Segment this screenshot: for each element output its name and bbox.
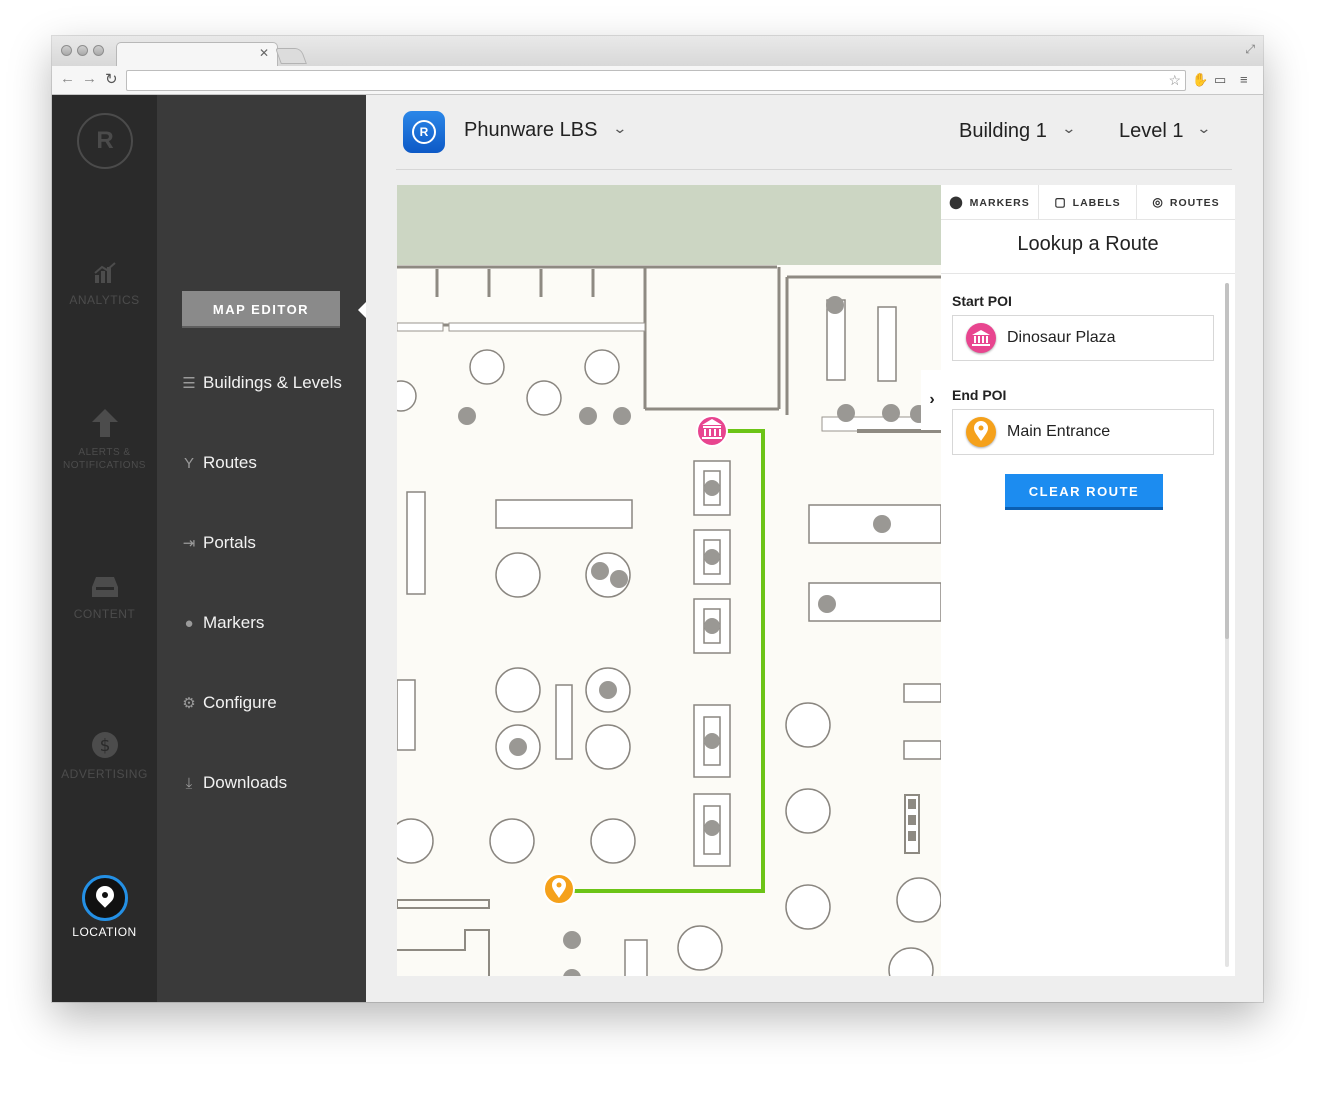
map-editor-button[interactable]: MAP EDITOR (182, 291, 340, 328)
start-poi-value: Dinosaur Plaza (1007, 329, 1116, 346)
floor-map[interactable] (397, 185, 941, 976)
window-zoom-button[interactable] (93, 45, 104, 56)
inbox-icon (52, 575, 157, 605)
end-poi-field[interactable]: Main Entrance (952, 409, 1214, 455)
subnav-label: Configure (203, 693, 277, 712)
routes-panel: ⬤ MARKERS ▢ LABELS ◎ ROUTES Lookup a Route … (941, 185, 1235, 976)
tab-label: MARKERS (969, 197, 1030, 209)
back-icon[interactable]: ← (60, 70, 75, 87)
arrow-up-icon (52, 409, 157, 443)
fullscreen-icon[interactable]: ⤢ (1245, 42, 1255, 57)
nav-item-location[interactable]: LOCATION (52, 875, 157, 939)
app-viewport: R ANALYTICS ALERTS & NOTIFICATIONS CONTE… (52, 95, 1263, 1002)
forward-icon[interactable]: → (82, 70, 97, 87)
window-close-button[interactable] (61, 45, 72, 56)
start-poi-label: Start POI (952, 293, 1012, 309)
chevron-down-icon[interactable]: ⌄ (1196, 120, 1211, 137)
clear-route-button[interactable]: CLEAR ROUTE (1005, 474, 1163, 510)
building-selector[interactable]: Building 1 (959, 120, 1047, 143)
nav-item-analytics[interactable]: ANALYTICS (52, 261, 157, 307)
subnav-item-buildings-levels[interactable]: ☰ Buildings & Levels (175, 371, 342, 395)
nav-label: ALERTS & NOTIFICATIONS (63, 447, 146, 471)
new-tab-button[interactable] (275, 48, 307, 64)
svg-text:$: $ (99, 736, 110, 756)
chevron-down-icon[interactable]: ⌄ (612, 120, 627, 137)
end-marker-icon (543, 873, 575, 905)
tab-close-icon[interactable]: ✕ (259, 46, 269, 60)
app-header: R Phunware LBS ⌄ Building 1 ⌄ Level 1 ⌄ (396, 95, 1232, 170)
chevron-down-icon[interactable]: ⌄ (1061, 120, 1076, 137)
subnav-label: Portals (203, 533, 256, 552)
subnav-item-configure[interactable]: ⚙ Configure (175, 691, 277, 715)
portal-icon: ⇥ (182, 535, 196, 552)
address-bar[interactable]: ☆ (126, 70, 1186, 91)
nav-label: ANALYTICS (69, 293, 140, 307)
browser-window: ✕ ⤢ ← → ↻ ☆ ✋ ▭ ≡ R ANALYTICS ALERTS & N… (52, 36, 1263, 1002)
speech-bubble-icon: ▢ (1054, 195, 1067, 209)
museum-icon (966, 323, 996, 353)
subnav-label: Markers (203, 613, 265, 632)
subnav-item-routes[interactable]: Y Routes (175, 451, 257, 475)
start-poi-field[interactable]: Dinosaur Plaza (952, 315, 1214, 361)
dollar-icon: $ (52, 731, 157, 765)
nav-item-content[interactable]: CONTENT (52, 575, 157, 621)
target-icon: ◎ (1152, 195, 1164, 209)
nav-label: ADVERTISING (61, 767, 148, 781)
cast-icon[interactable]: ▭ (1214, 72, 1226, 88)
browser-tab-strip: ✕ ⤢ (52, 36, 1263, 66)
subnav-item-markers[interactable]: ● Markers (175, 611, 264, 635)
secondary-nav: MAP EDITOR ☰ Buildings & Levels Y Routes ⇥… (157, 95, 366, 1002)
subnav-item-portals[interactable]: ⇥ Portals (175, 531, 256, 555)
chart-icon (52, 261, 157, 291)
app-name[interactable]: Phunware LBS (464, 119, 597, 142)
gear-icon: ⚙ (182, 695, 196, 712)
nav-item-alerts[interactable]: ALERTS & NOTIFICATIONS (52, 409, 157, 472)
app-icon: R (403, 111, 445, 153)
brand-logo[interactable]: R (77, 113, 133, 169)
primary-nav: R ANALYTICS ALERTS & NOTIFICATIONS CONTE… (52, 95, 157, 1002)
subnav-label: Routes (203, 453, 257, 472)
bookmark-star-icon[interactable]: ☆ (1168, 72, 1181, 89)
subnav-label: Downloads (203, 773, 288, 792)
tab-markers[interactable]: ⬤ MARKERS (941, 185, 1039, 220)
subnav-item-downloads[interactable]: ⤓ Downloads (175, 771, 287, 795)
main-content: R Phunware LBS ⌄ Building 1 ⌄ Level 1 ⌄ (366, 95, 1263, 1002)
marker-icon: ● (184, 615, 194, 632)
tab-labels[interactable]: ▢ LABELS (1039, 185, 1137, 220)
tab-label: ROUTES (1169, 197, 1220, 209)
panel-tabs: ⬤ MARKERS ▢ LABELS ◎ ROUTES (941, 185, 1235, 220)
browser-toolbar: ← → ↻ ☆ ✋ ▭ ≡ (52, 66, 1263, 95)
window-minimize-button[interactable] (77, 45, 88, 56)
reload-icon[interactable]: ↻ (105, 70, 118, 88)
extension-icon[interactable]: ✋ (1192, 72, 1208, 88)
menu-icon[interactable]: ≡ (1240, 72, 1248, 87)
marker-icon: ⬤ (949, 195, 964, 209)
collapse-panel-button[interactable]: › (921, 370, 943, 430)
end-poi-value: Main Entrance (1007, 423, 1111, 440)
subnav-label: Buildings & Levels (203, 373, 342, 392)
fork-icon: Y (183, 455, 194, 472)
tab-label: LABELS (1072, 197, 1121, 209)
end-poi-label: End POI (952, 387, 1007, 403)
nav-label: LOCATION (72, 925, 137, 939)
browser-tab[interactable]: ✕ (116, 42, 278, 66)
active-indicator (358, 302, 366, 318)
location-pin-icon (81, 875, 128, 921)
scroll-thumb[interactable] (1225, 283, 1229, 639)
layers-icon: ☰ (182, 375, 196, 392)
download-icon: ⤓ (185, 775, 193, 792)
tab-routes[interactable]: ◎ ROUTES (1137, 185, 1235, 220)
nav-item-advertising[interactable]: $ ADVERTISING (52, 731, 157, 781)
start-marker-icon (696, 415, 728, 447)
panel-title: Lookup a Route (1017, 233, 1159, 255)
nav-label: CONTENT (73, 607, 136, 621)
pin-icon (966, 417, 996, 447)
divider (941, 273, 1235, 274)
level-selector[interactable]: Level 1 (1119, 120, 1184, 143)
lawn-area (397, 185, 941, 265)
panel-scrollbar[interactable] (1225, 283, 1229, 967)
